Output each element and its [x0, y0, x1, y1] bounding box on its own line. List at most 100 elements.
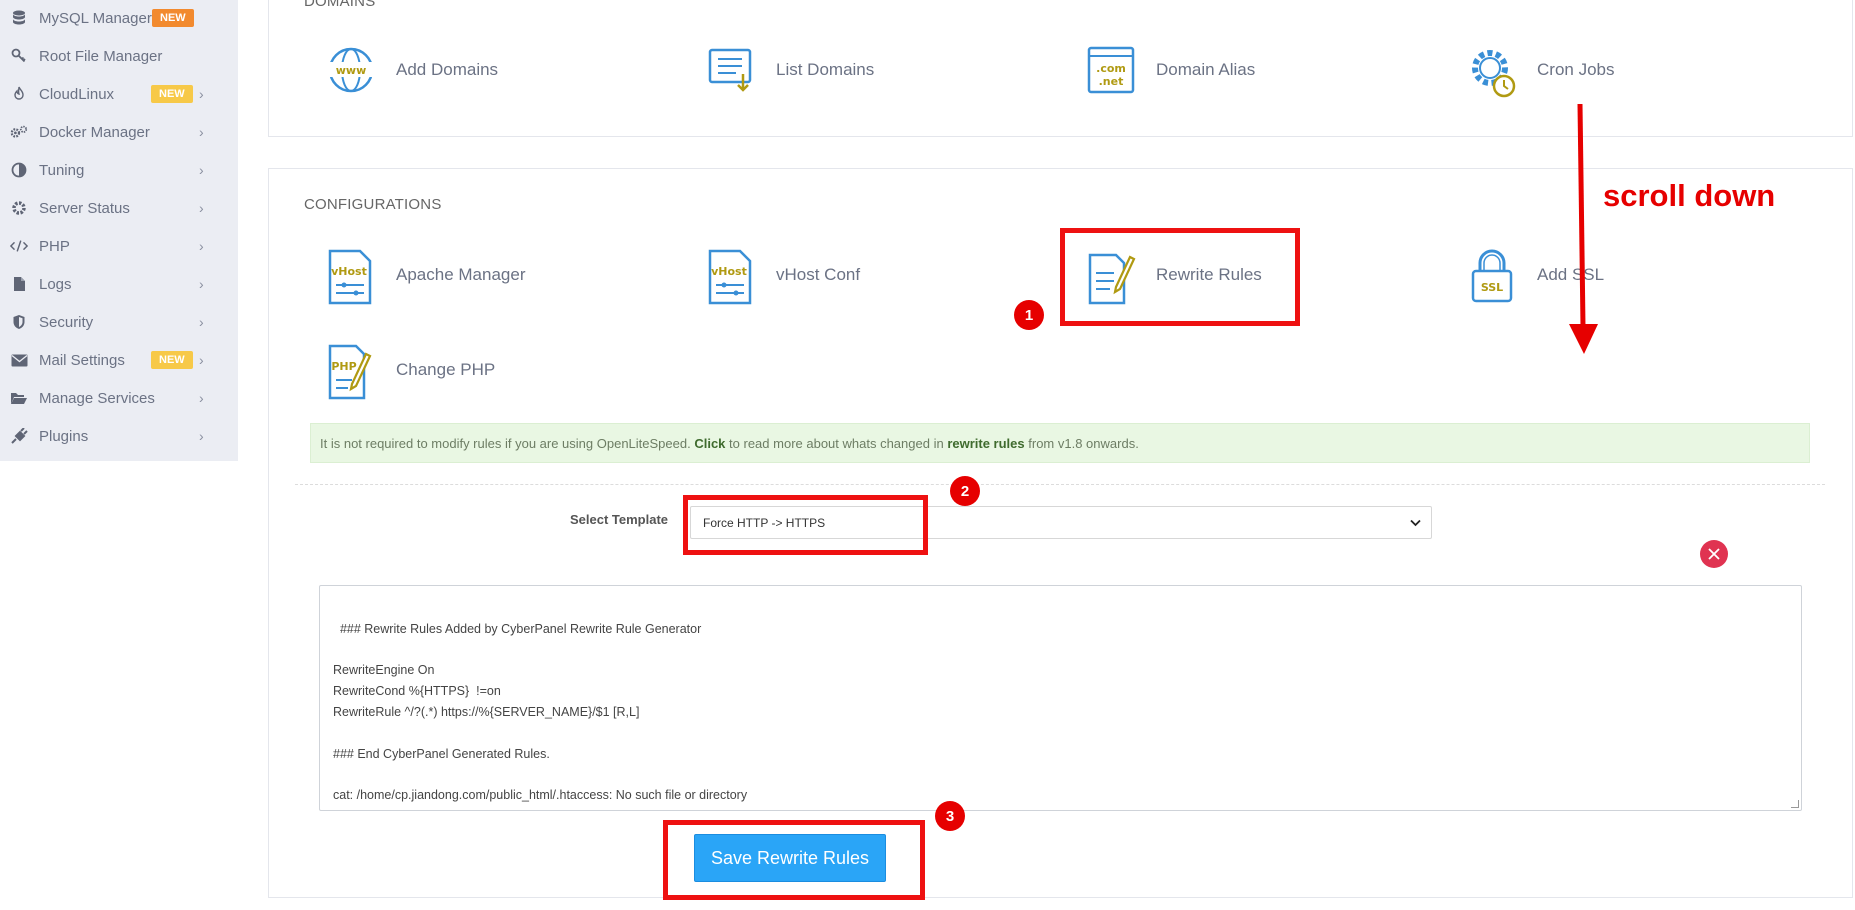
sidebar-item-security[interactable]: Security › [0, 303, 238, 341]
domain-alias-tile[interactable]: .com .net Domain Alias [1086, 44, 1255, 96]
plug-icon [10, 427, 28, 445]
step-badge-1: 1 [1014, 300, 1044, 330]
vhost-doc-icon: vHost [706, 249, 756, 305]
ssl-lock-icon: SSL [1467, 249, 1517, 303]
vhost-conf-tile[interactable]: vHost vHost Conf [706, 249, 860, 305]
chevron-right-icon: › [199, 124, 204, 140]
sidebar-item-label: PHP [39, 237, 70, 255]
sidebar-item-label: Docker Manager [39, 123, 150, 141]
cron-jobs-tile[interactable]: Cron Jobs [1467, 44, 1614, 98]
chevron-right-icon: › [199, 200, 204, 216]
list-domains-tile[interactable]: List Domains [706, 44, 874, 96]
sidebar-item-mysql-manager[interactable]: MySQL Manager NEW [0, 0, 238, 37]
alert-text: It is not required to modify rules if yo… [320, 435, 691, 451]
new-badge: NEW [151, 85, 193, 103]
tile-label: Add Domains [396, 60, 499, 79]
change-php-tile[interactable]: PHP Change PHP [326, 344, 495, 400]
tile-label: List Domains [776, 60, 875, 79]
key-icon [10, 47, 28, 65]
sidebar-item-plugins[interactable]: Plugins › [0, 417, 238, 455]
tile-label: Apache Manager [396, 265, 526, 284]
svg-text:.net: .net [1099, 75, 1124, 88]
folder-open-icon [10, 389, 28, 407]
tile-label: Change PHP [396, 360, 496, 379]
new-badge: NEW [151, 351, 193, 369]
annotation-highlight-template [683, 495, 928, 555]
click-link[interactable]: Click [694, 436, 725, 451]
chevron-right-icon: › [199, 314, 204, 330]
domains-card [268, 0, 1853, 137]
svg-text:PHP: PHP [331, 360, 356, 373]
sidebar-item-label: Tuning [39, 161, 85, 179]
chevron-right-icon: › [199, 276, 204, 292]
sidebar-item-root-file-manager[interactable]: Root File Manager [0, 37, 238, 75]
cog-clock-icon [1467, 44, 1517, 98]
sidebar-item-label: Plugins [39, 427, 89, 445]
chevron-right-icon: › [199, 86, 204, 102]
tile-label: Cron Jobs [1537, 60, 1615, 79]
svg-text:.com: .com [1096, 62, 1126, 75]
openlitespeed-info-alert: It is not required to modify rules if yo… [310, 423, 1810, 463]
sidebar-item-docker-manager[interactable]: Docker Manager › [0, 113, 238, 151]
sidebar-item-manage-services[interactable]: Manage Services › [0, 379, 238, 417]
svg-text:vHost: vHost [711, 265, 747, 278]
rewrite-rules-content: ### Rewrite Rules Added by CyberPanel Re… [333, 621, 748, 803]
contrast-icon [10, 161, 28, 179]
com-net-icon: .com .net [1086, 44, 1136, 96]
rewrite-rules-textarea[interactable]: ### Rewrite Rules Added by CyberPanel Re… [319, 585, 1802, 811]
rewrite-rules-link[interactable]: rewrite rules [947, 436, 1024, 451]
domains-section-title: DOMAINS [304, 0, 376, 10]
alert-text: to read more about whats changed in [729, 435, 944, 451]
envelope-icon [10, 351, 28, 369]
sidebar-item-label: Server Status [39, 199, 130, 217]
sidebar-item-cloudlinux[interactable]: CloudLinux NEW › [0, 75, 238, 113]
new-badge: NEW [152, 9, 194, 27]
sidebar-item-mail-settings[interactable]: Mail Settings NEW › [0, 341, 238, 379]
svg-text:www: www [336, 64, 367, 77]
step-badge-3: 3 [935, 801, 965, 831]
step-badge-2: 2 [950, 476, 980, 506]
sidebar-item-logs[interactable]: Logs › [0, 265, 238, 303]
close-icon[interactable] [1700, 540, 1728, 568]
scroll-down-annotation: scroll down [1603, 178, 1776, 213]
code-icon [10, 237, 28, 255]
chevron-right-icon: › [199, 238, 204, 254]
sidebar-item-label: Mail Settings [39, 351, 125, 369]
sidebar-item-label: Logs [39, 275, 72, 293]
tile-label: vHost Conf [776, 265, 861, 284]
resize-grip-icon[interactable] [1791, 800, 1799, 808]
www-globe-icon: www [326, 44, 376, 96]
annotation-highlight-rewrite-rules [1060, 228, 1300, 326]
configurations-section-title: CONFIGURATIONS [304, 196, 442, 213]
alert-text: from v1.8 onwards. [1028, 435, 1139, 451]
sidebar-item-label: CloudLinux [39, 85, 115, 103]
chevron-right-icon: › [199, 162, 204, 178]
chevron-right-icon: › [199, 428, 204, 444]
sidebar: MySQL Manager NEW Root File Manager Clou… [0, 0, 238, 461]
sidebar-item-label: Security [39, 313, 94, 331]
list-download-icon [706, 44, 756, 96]
file-icon [10, 275, 28, 293]
tile-label: Domain Alias [1156, 60, 1256, 79]
svg-text:vHost: vHost [331, 265, 367, 278]
add-domains-tile[interactable]: www Add Domains [326, 44, 498, 96]
sidebar-item-php[interactable]: PHP › [0, 227, 238, 265]
sidebar-item-tuning[interactable]: Tuning › [0, 151, 238, 189]
cog-icon [10, 199, 28, 217]
add-ssl-tile[interactable]: SSL Add SSL [1467, 249, 1604, 303]
sidebar-item-label: Manage Services [39, 389, 155, 407]
flame-icon [10, 85, 28, 103]
select-template-label: Select Template [570, 512, 669, 527]
vhost-doc-icon: vHost [326, 249, 376, 305]
chevron-down-icon [1410, 516, 1421, 530]
shield-icon [10, 313, 28, 331]
database-icon [10, 9, 28, 27]
chevron-right-icon: › [199, 352, 204, 368]
chevron-right-icon: › [199, 390, 204, 406]
apache-manager-tile[interactable]: vHost Apache Manager [326, 249, 525, 305]
sidebar-item-label: MySQL Manager [39, 9, 152, 27]
annotation-highlight-save [663, 820, 925, 900]
down-arrow-icon [1569, 104, 1598, 354]
sidebar-item-server-status[interactable]: Server Status › [0, 189, 238, 227]
svg-text:SSL: SSL [1481, 281, 1503, 294]
